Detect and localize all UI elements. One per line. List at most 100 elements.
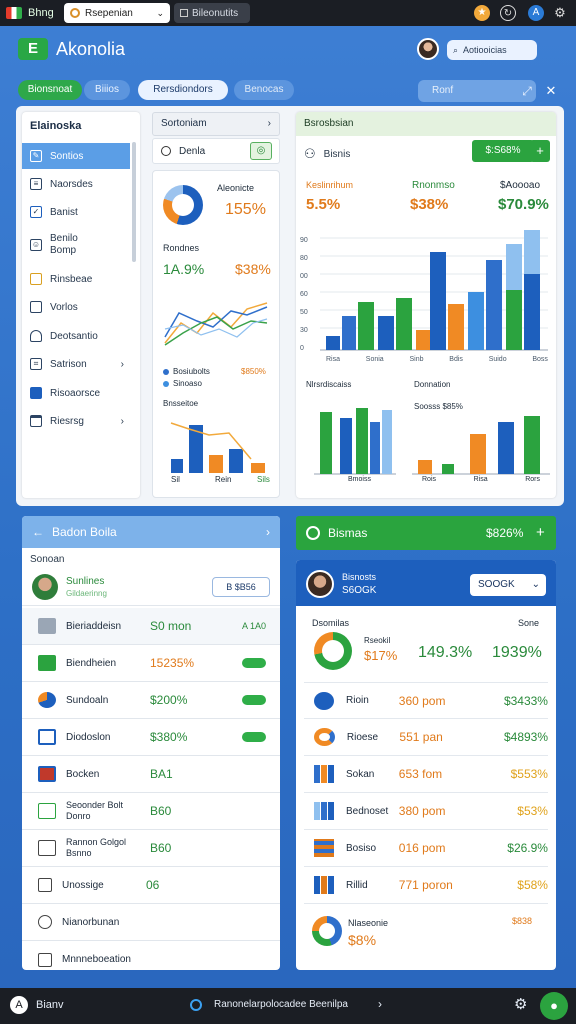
list-row[interactable]: Bieriaddeisn S0 mon A 1A0 bbox=[22, 608, 280, 645]
list-row[interactable]: Bocken BA1 bbox=[22, 756, 280, 793]
sidebar-item-6[interactable]: Vorlos bbox=[22, 294, 130, 320]
tick-label: Rois bbox=[422, 476, 437, 483]
profile-button[interactable]: B $B56 bbox=[212, 577, 270, 597]
avatar[interactable] bbox=[417, 38, 439, 60]
toggle-button[interactable]: ◎ bbox=[250, 142, 272, 160]
profile-icon[interactable]: A bbox=[528, 5, 544, 21]
bar bbox=[358, 302, 374, 350]
nav-pill-4[interactable]: Benocas bbox=[234, 80, 294, 100]
chart-card-header: Bsrosbsian bbox=[296, 112, 556, 136]
line-chart bbox=[164, 302, 268, 346]
list-row[interactable]: Diodoslon $380% bbox=[22, 719, 280, 756]
check-icon bbox=[38, 729, 56, 745]
tick-label: Risa bbox=[473, 476, 488, 483]
bar bbox=[506, 244, 522, 290]
add-button[interactable]: + bbox=[530, 140, 550, 162]
detail-row[interactable]: Sokan 653 fom $553% bbox=[304, 756, 548, 793]
list-card: ← Badon Boila › Sonoan Sunlines Gildaerinn… bbox=[22, 516, 280, 970]
table-icon bbox=[314, 839, 335, 857]
row-change: $58% bbox=[517, 878, 548, 892]
inbox-icon bbox=[30, 415, 42, 427]
nav-pill-1[interactable]: Bionsnoat bbox=[18, 80, 82, 100]
chat-icon[interactable]: ● bbox=[540, 992, 568, 1020]
list-row[interactable]: Seoonder Bolt Donro B60 bbox=[22, 793, 280, 830]
tick-label: Boss bbox=[532, 356, 548, 363]
nav-pill-3[interactable]: Rersdiondors bbox=[138, 80, 228, 100]
browser-tab-active[interactable]: Rsepenian ⌄ bbox=[64, 3, 170, 23]
list-row[interactable]: Nianorbunan bbox=[22, 904, 280, 941]
sidebar-item-7[interactable]: Deotsantio bbox=[22, 323, 130, 349]
sidebar-item-1[interactable]: ✎ Sontios bbox=[22, 143, 130, 169]
nav-pill-2[interactable]: Biiios bbox=[84, 80, 130, 100]
kpi-right: $38% bbox=[235, 261, 271, 277]
search-input[interactable]: ⌕ Aotiooicias bbox=[447, 40, 537, 60]
share-icon[interactable]: ⚙ bbox=[552, 5, 568, 21]
chart-action-button[interactable]: $:S68% bbox=[472, 140, 534, 162]
green-action-bar[interactable]: Bismas $826% + bbox=[296, 516, 556, 550]
list-card-title: Badon Boila bbox=[52, 525, 117, 539]
donut-value: $17% bbox=[364, 648, 398, 663]
sidebar-item-9[interactable]: Risoaorsce bbox=[22, 380, 130, 406]
sidebar-item-8[interactable]: ⌗ Satrison › bbox=[22, 351, 130, 377]
detail-row[interactable]: Rioese 551 pan $4893% bbox=[304, 719, 548, 756]
list-row[interactable]: Unossige 06 bbox=[22, 867, 280, 904]
status-toggle[interactable] bbox=[242, 658, 266, 668]
row-label: Bosiso bbox=[346, 842, 377, 854]
detail-row[interactable]: Bosiso 016 pom $26.9% bbox=[304, 830, 548, 867]
row-change: $53% bbox=[517, 804, 548, 818]
sidebar-item-10[interactable]: Riesrsg › bbox=[22, 408, 130, 434]
sidebar-item-2[interactable]: ≡ Naorsdes bbox=[22, 171, 130, 197]
detail-row[interactable]: Rillid 771 poron $58% bbox=[304, 867, 548, 904]
bar bbox=[229, 449, 243, 473]
legend-item-1: Bosiubolts bbox=[163, 367, 210, 376]
list-row[interactable]: Biendheien 15235% bbox=[22, 645, 280, 682]
sidebar-item-label: Deotsantio bbox=[50, 330, 98, 342]
sidebar-item-label: Satrison bbox=[50, 358, 87, 370]
status-toggle[interactable] bbox=[242, 695, 266, 705]
bar bbox=[378, 316, 394, 350]
list-card-header[interactable]: ← Badon Boila › bbox=[22, 516, 280, 548]
donut-mini-label: Rseokil bbox=[364, 636, 391, 645]
chevron-right-icon[interactable]: › bbox=[378, 997, 382, 1011]
detail-row[interactable]: Bednoset 380 pom $53% bbox=[304, 793, 548, 830]
kpi-value: $70.9% bbox=[498, 196, 549, 213]
tab-favicon-icon bbox=[70, 8, 80, 18]
row-value: 06 bbox=[146, 878, 160, 892]
system-bar: Bhng Rsepenian ⌄ Bileonutits ★ ↻ A ⚙ bbox=[0, 0, 576, 26]
period-select[interactable]: SOOGK ⌄ bbox=[470, 574, 546, 596]
sidebar-item-3[interactable]: ✓ Banist bbox=[22, 199, 130, 225]
list-row[interactable]: Sundoaln $200% bbox=[22, 682, 280, 719]
extension-icon[interactable]: ★ bbox=[474, 5, 490, 21]
row-badge: A 1A0 bbox=[241, 621, 266, 631]
sidebar-item-5[interactable]: Rinsbeae bbox=[22, 266, 130, 292]
row-label: Nianorbunan bbox=[62, 916, 120, 928]
detail-row[interactable]: Rioin 360 pom $3433% bbox=[304, 682, 548, 719]
settings-icon[interactable]: ⚙ bbox=[514, 995, 527, 1013]
scrollbar[interactable] bbox=[132, 142, 136, 262]
tick-label: Bdis bbox=[449, 356, 463, 363]
list-row[interactable]: Rannon Golgol Bsnno B60 bbox=[22, 830, 280, 867]
donut-label: Aleonicte bbox=[217, 183, 255, 193]
start-icon[interactable]: A bbox=[10, 996, 28, 1014]
row-change: $553% bbox=[510, 767, 548, 781]
bar bbox=[418, 460, 432, 474]
list-row[interactable]: Mnnneboeation bbox=[22, 941, 280, 978]
sub-bar-chart-1 bbox=[314, 408, 396, 475]
row-label: Rillid bbox=[346, 879, 368, 891]
donut-chart bbox=[312, 916, 342, 946]
close-icon[interactable]: ✕ bbox=[540, 80, 562, 102]
row-label: Sokan bbox=[346, 768, 375, 780]
status-toggle[interactable] bbox=[242, 732, 266, 742]
footer-center-label[interactable]: Ranonelarpolocadee Beenilpa bbox=[214, 999, 348, 1010]
sidebar-item-4[interactable]: ☺ Benilo Bomp bbox=[22, 230, 130, 260]
expand-icon[interactable]: ⤢ bbox=[516, 80, 538, 102]
bar bbox=[486, 260, 502, 350]
section-dropdown[interactable]: Sortoniam › bbox=[152, 112, 280, 136]
kpi-value: 5.5% bbox=[306, 196, 341, 213]
browser-tab[interactable]: Bileonutits bbox=[174, 3, 250, 23]
bell-icon bbox=[30, 330, 42, 342]
tab-active-label: Rsepenian bbox=[85, 7, 133, 19]
kpi-value: $38% bbox=[410, 196, 449, 213]
row-label: Bednoset bbox=[346, 805, 389, 817]
refresh-icon[interactable]: ↻ bbox=[500, 5, 516, 21]
